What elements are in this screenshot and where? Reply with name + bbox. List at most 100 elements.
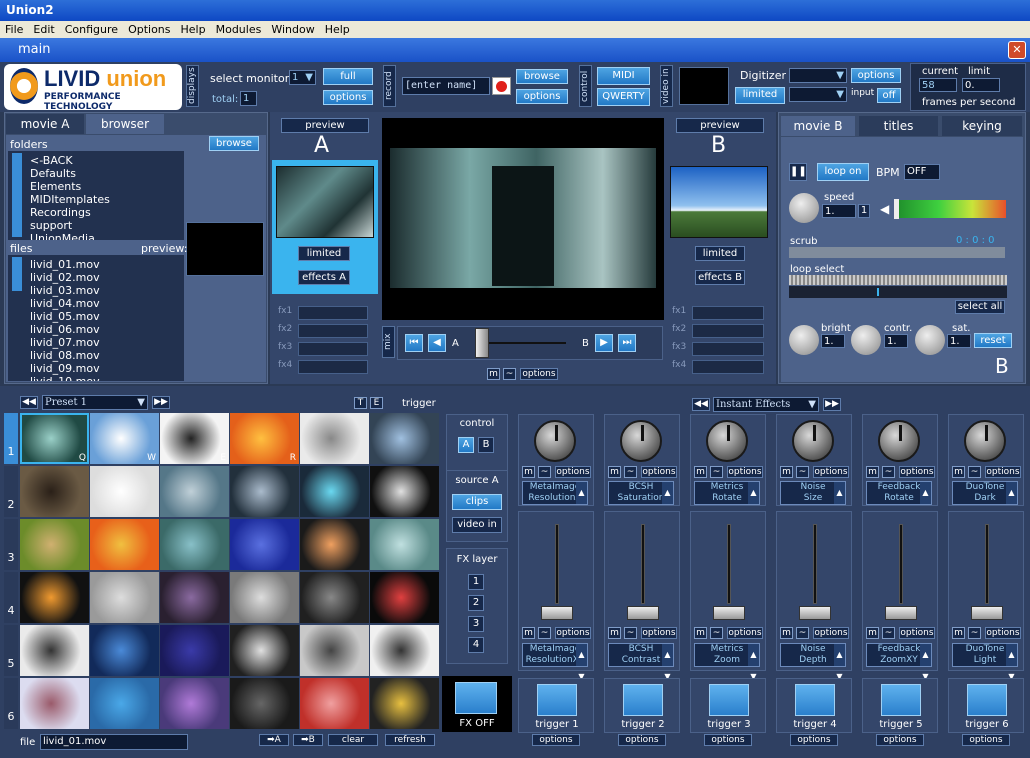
effect-select[interactable]: Metrics Zoom ▲ ▼ [694,643,760,681]
effect-options-button[interactable]: options [899,627,935,639]
clip-cell[interactable] [300,678,369,729]
file-item[interactable]: livid_05.mov [30,310,100,323]
trigger-options-button[interactable]: options [962,734,1010,746]
input-select[interactable]: ▼ [789,87,847,102]
effects-preset-select[interactable]: Instant Effects ▼ [713,397,819,412]
bright-value[interactable]: 1. [821,334,845,348]
effect-m-button[interactable]: m [608,627,621,639]
folder-item[interactable]: Recordings [30,206,110,219]
effects-prev-icon[interactable]: ◀◀ [692,398,710,411]
volume-handle[interactable] [894,199,899,219]
file-item[interactable]: livid_03.mov [30,284,100,297]
speed-multiplier[interactable]: 1 [858,204,870,218]
effect-knob[interactable] [964,420,1006,462]
clip-cell[interactable] [160,519,229,570]
effect-tilde-button[interactable]: ~ [710,627,723,639]
effect-fader-handle[interactable] [885,606,917,620]
effect-knob[interactable] [706,420,748,462]
fps-limit-value[interactable]: 0. [962,78,1000,92]
record-name-input[interactable]: [enter name] [402,77,490,95]
effect-select[interactable]: FeedbackRotate▲▼ [866,481,932,519]
skip-forward-icon[interactable]: ⏭ [618,334,636,352]
trigger-pad[interactable] [709,684,749,716]
clip-cell[interactable] [300,625,369,676]
tab-browser[interactable]: browser [86,114,164,134]
menu-configure[interactable]: Configure [60,21,123,38]
saturation-value[interactable]: 1. [947,334,971,348]
file-item[interactable]: livid_08.mov [30,349,100,362]
tab-movie-b[interactable]: movie B [781,116,855,136]
effect-options-button[interactable]: options [899,466,935,478]
effect-m-button[interactable]: m [780,466,793,478]
clip-cell[interactable] [230,466,299,517]
bright-knob[interactable] [789,325,819,355]
folder-item[interactable]: Defaults [30,167,110,180]
crossfader-handle[interactable] [474,328,489,358]
effect-select[interactable]: Noise Depth ▲ ▼ [780,643,846,681]
effect-options-button[interactable]: options [985,627,1021,639]
clip-cell[interactable] [300,572,369,623]
digitizer-limited-button[interactable]: limited [735,87,785,104]
effect-options-button[interactable]: options [555,466,591,478]
effect-fader-handle[interactable] [627,606,659,620]
effect-tilde-button[interactable]: ~ [882,627,895,639]
pause-icon[interactable]: ❚❚ [789,163,807,181]
full-button[interactable]: full [323,68,373,85]
reset-button[interactable]: reset [974,333,1012,348]
effect-select[interactable]: MetaImageResolutionX▲▼ [522,481,588,519]
contrast-value[interactable]: 1. [884,334,908,348]
clip-cell[interactable] [300,413,369,464]
preset-next-icon[interactable]: ▶▶ [152,396,170,409]
effect-tilde-button[interactable]: ~ [796,466,809,478]
file-item[interactable]: livid_07.mov [30,336,100,349]
menu-window[interactable]: Window [266,21,319,38]
deck-b-fx2[interactable]: fx2 [672,324,764,338]
bpm-value[interactable]: OFF [904,164,940,180]
deck-a-limited-button[interactable]: limited [298,246,350,261]
effect-select[interactable]: DuoToneDark▲▼ [952,481,1018,519]
digitizer-select[interactable]: ▼ [789,68,847,83]
clip-cell[interactable] [300,519,369,570]
select-all-button[interactable]: select all [955,300,1005,314]
folder-item[interactable]: support [30,219,110,232]
file-item[interactable]: livid_01.mov [30,258,100,271]
folder-item[interactable]: UnionMedia [30,232,110,240]
effect-m-button[interactable]: m [952,627,965,639]
trigger-options-button[interactable]: options [876,734,924,746]
trigger-pad[interactable] [967,684,1007,716]
monitor-select[interactable]: 1 ▼ [289,70,316,85]
effect-tilde-button[interactable]: ~ [624,627,637,639]
effect-m-button[interactable]: m [522,627,535,639]
file-item[interactable]: livid_06.mov [30,323,100,336]
fx-layer-1[interactable]: 1 [468,574,484,590]
contrast-knob[interactable] [851,325,881,355]
trigger-options-button[interactable]: options [532,734,580,746]
clip-cell[interactable] [90,678,159,729]
crossfader[interactable] [466,326,574,360]
clip-cell[interactable] [90,625,159,676]
menu-help-2[interactable]: Help [320,21,355,38]
record-button[interactable] [492,77,511,95]
folder-item[interactable]: MIDItemplates [30,193,110,206]
effect-tilde-button[interactable]: ~ [968,466,981,478]
clip-cell[interactable] [370,625,439,676]
deck-b-limited-button[interactable]: limited [695,246,745,261]
deck-a-fx3[interactable]: fx3 [278,342,368,356]
clip-cell[interactable] [20,519,89,570]
clip-cell[interactable] [20,572,89,623]
effect-m-button[interactable]: m [866,627,879,639]
effect-options-button[interactable]: options [641,627,677,639]
record-browse-button[interactable]: browse [516,69,568,84]
deck-b-fx1[interactable]: fx1 [672,306,764,320]
input-off-button[interactable]: off [877,88,901,103]
effect-options-button[interactable]: options [727,627,763,639]
clear-button[interactable]: clear [328,734,378,746]
clip-cell[interactable] [230,625,299,676]
trigger-pad[interactable] [881,684,921,716]
volume-slider[interactable] [894,199,1006,219]
tab-titles[interactable]: titles [859,116,938,136]
effect-select[interactable]: BCSHSaturation▲▼ [608,481,674,519]
deck-b-fx4[interactable]: fx4 [672,360,764,374]
menu-options[interactable]: Options [123,21,175,38]
mix-options-button[interactable]: options [520,368,558,380]
